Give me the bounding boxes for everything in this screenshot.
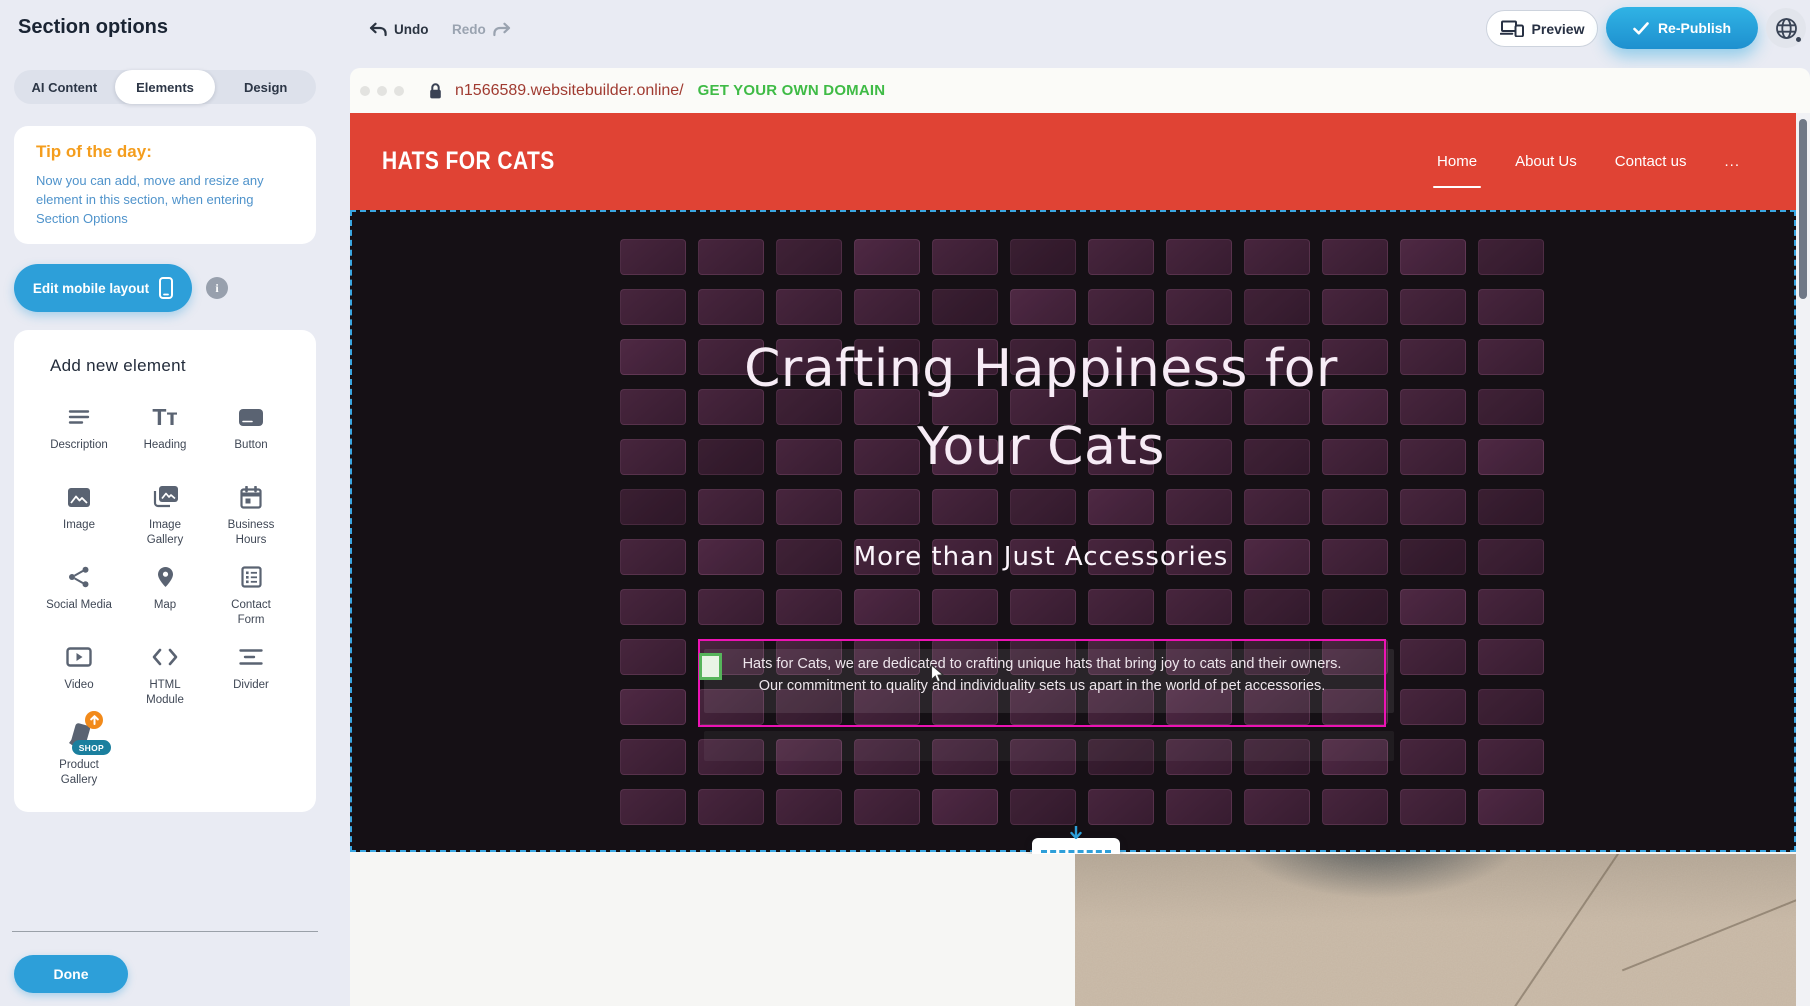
get-own-domain-link[interactable]: GET YOUR OWN DOMAIN bbox=[698, 82, 886, 99]
scrollbar-thumb[interactable] bbox=[1799, 119, 1807, 299]
redo-button[interactable]: Redo bbox=[452, 16, 512, 42]
globe-button[interactable] bbox=[1766, 8, 1806, 48]
business-hours-icon bbox=[240, 482, 262, 512]
site-url[interactable]: n1566589.websitebuilder.online/ bbox=[455, 82, 684, 100]
video-icon bbox=[66, 642, 92, 672]
nav-contact-us[interactable]: Contact us bbox=[1615, 153, 1687, 170]
tab-elements[interactable]: Elements bbox=[115, 70, 216, 104]
done-button[interactable]: Done bbox=[14, 955, 128, 993]
preview-button[interactable]: Preview bbox=[1486, 10, 1598, 47]
nav-more[interactable]: ... bbox=[1724, 153, 1740, 170]
element-button[interactable]: Button bbox=[208, 394, 294, 474]
hero-heading[interactable]: Crafting Happiness for Your Cats bbox=[352, 330, 1730, 486]
globe-icon bbox=[1775, 17, 1798, 40]
nav-home[interactable]: Home bbox=[1437, 153, 1477, 170]
element-business-hours[interactable]: Business Hours bbox=[208, 474, 294, 554]
heading-icon: Tт bbox=[152, 402, 177, 432]
element-grid: Description Tт Heading Button Ima bbox=[36, 394, 294, 794]
map-pin-icon bbox=[157, 562, 174, 592]
panel-divider bbox=[12, 931, 318, 932]
site-nav: Home About Us Contact us ... bbox=[1437, 113, 1740, 210]
image-gallery-icon bbox=[152, 482, 179, 512]
hero-section-selected[interactable]: Crafting Happiness for Your Cats More th… bbox=[350, 210, 1796, 852]
hero-paragraph[interactable]: Hats for Cats, we are dedicated to craft… bbox=[700, 653, 1384, 698]
hero-subheading[interactable]: More than Just Accessories bbox=[352, 542, 1730, 572]
globe-notification-dot bbox=[1795, 36, 1802, 43]
tab-design[interactable]: Design bbox=[215, 70, 316, 104]
pavement-image bbox=[1075, 854, 1796, 1006]
edit-mobile-layout-button[interactable]: Edit mobile layout bbox=[14, 264, 192, 312]
site-logo[interactable]: HATS FOR CATS bbox=[382, 147, 555, 176]
undo-button[interactable]: Undo bbox=[368, 16, 429, 42]
element-html-module[interactable]: HTML Module bbox=[122, 634, 208, 714]
redo-icon bbox=[493, 22, 512, 37]
app-root: Section options AI Content Elements Desi… bbox=[0, 0, 1810, 1006]
element-contact-form[interactable]: Contact Form bbox=[208, 554, 294, 634]
republish-button[interactable]: Re-Publish bbox=[1606, 7, 1758, 49]
section-boundary-line bbox=[1041, 850, 1111, 853]
element-video[interactable]: Video bbox=[36, 634, 122, 714]
site-header: HATS FOR CATS Home About Us Contact us .… bbox=[350, 113, 1796, 210]
lock-icon bbox=[428, 82, 443, 100]
pavement-texture bbox=[1075, 854, 1796, 1006]
site-canvas: HATS FOR CATS Home About Us Contact us .… bbox=[350, 113, 1810, 1006]
add-element-title: Add new element bbox=[50, 356, 294, 376]
next-section-preview bbox=[350, 854, 1796, 1006]
browser-address-bar: n1566589.websitebuilder.online/ GET YOUR… bbox=[350, 68, 1810, 113]
add-element-card: Add new element Description Tт Heading bbox=[14, 330, 316, 812]
divider-icon bbox=[239, 642, 263, 672]
element-divider[interactable]: Divider bbox=[208, 634, 294, 714]
element-heading[interactable]: Tт Heading bbox=[122, 394, 208, 474]
page-title: Section options bbox=[18, 16, 168, 39]
element-image-gallery[interactable]: Image Gallery bbox=[122, 474, 208, 554]
phone-icon bbox=[159, 277, 173, 299]
element-description[interactable]: Description bbox=[36, 394, 122, 474]
tip-body: Now you can add, move and resize any ele… bbox=[36, 172, 294, 229]
browser-window-dots bbox=[360, 86, 404, 96]
button-icon bbox=[238, 402, 264, 432]
nav-about-us[interactable]: About Us bbox=[1515, 153, 1577, 170]
selected-paragraph-element[interactable]: Hats for Cats, we are dedicated to craft… bbox=[698, 639, 1386, 727]
element-social-media[interactable]: Social Media bbox=[36, 554, 122, 634]
element-ghost-bar bbox=[704, 731, 1394, 761]
contact-form-icon bbox=[241, 562, 262, 592]
image-icon bbox=[67, 482, 91, 512]
description-icon bbox=[68, 402, 90, 432]
edit-mobile-layout-label: Edit mobile layout bbox=[33, 281, 149, 296]
upgrade-arrow-badge bbox=[85, 711, 103, 729]
tab-ai-content[interactable]: AI Content bbox=[14, 70, 115, 104]
social-media-icon bbox=[68, 562, 90, 592]
arrow-down-icon bbox=[1070, 826, 1082, 839]
element-image[interactable]: Image bbox=[36, 474, 122, 554]
tip-of-the-day-card: Tip of the day: Now you can add, move an… bbox=[14, 126, 316, 244]
section-options-panel: Section options AI Content Elements Desi… bbox=[0, 0, 330, 1006]
element-map[interactable]: Map bbox=[122, 554, 208, 634]
info-icon[interactable]: i bbox=[206, 277, 228, 299]
site-scrollbar[interactable] bbox=[1796, 113, 1810, 1006]
product-gallery-icon: SHOP bbox=[61, 722, 97, 752]
html-module-icon bbox=[152, 642, 178, 672]
devices-icon bbox=[1500, 20, 1524, 37]
undo-icon bbox=[368, 22, 387, 37]
element-product-gallery[interactable]: SHOP Product Gallery bbox=[36, 714, 122, 794]
check-icon bbox=[1633, 22, 1649, 35]
shop-badge: SHOP bbox=[72, 740, 111, 755]
mouse-cursor bbox=[930, 664, 945, 684]
selection-drag-handle[interactable] bbox=[699, 653, 722, 680]
tip-title: Tip of the day: bbox=[36, 142, 294, 162]
panel-tab-bar: AI Content Elements Design bbox=[14, 70, 316, 104]
